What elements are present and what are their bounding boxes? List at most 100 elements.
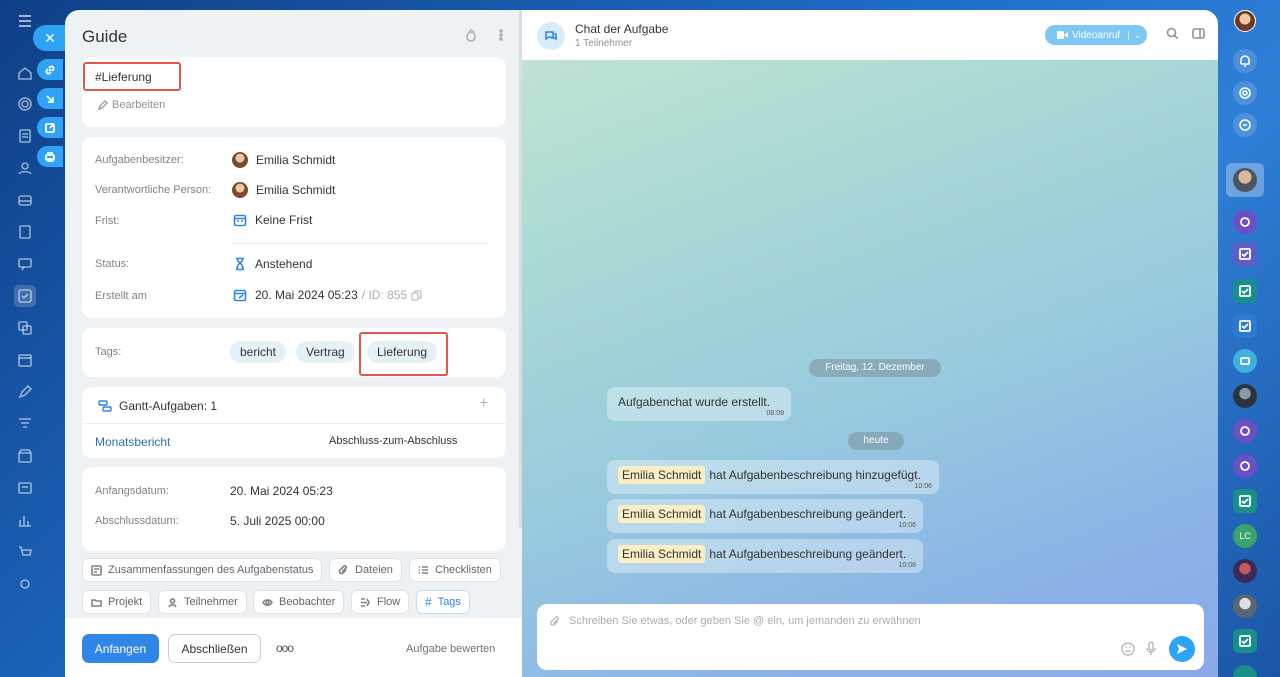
tag-bericht[interactable]: bericht — [230, 341, 287, 363]
search-icon[interactable] — [1166, 27, 1180, 41]
task-panel: Guide #Lieferung Bearbeiten Aufgabenbesi… — [65, 10, 522, 677]
recent-chat-1[interactable] — [1233, 210, 1257, 234]
send-button[interactable] — [1169, 636, 1195, 662]
video-call-button[interactable]: Videoanruf ⌄ — [1045, 25, 1147, 45]
recent-chat-9[interactable] — [1233, 629, 1257, 653]
document-icon[interactable] — [14, 125, 36, 147]
recent-chat-avatar[interactable] — [1233, 594, 1257, 618]
rate-task-link[interactable]: Aufgabe bewerten — [406, 643, 495, 655]
copy-icon[interactable] — [411, 290, 422, 301]
paperclip-icon[interactable] — [549, 616, 561, 628]
pencil-icon — [98, 100, 108, 110]
link-icon[interactable] — [37, 59, 63, 80]
settings-icon[interactable] — [14, 573, 36, 595]
edit-link[interactable]: Bearbeiten — [98, 99, 165, 111]
status-value: Anstehend — [233, 257, 312, 271]
folder-icon — [91, 598, 102, 607]
home-icon[interactable] — [14, 62, 36, 84]
chat-search-icon[interactable] — [1233, 113, 1257, 137]
recent-chat-10[interactable] — [1233, 665, 1257, 677]
bell-icon[interactable] — [1233, 49, 1257, 73]
user-name-badge[interactable]: Emilia Schmidt — [618, 466, 706, 484]
chevron-down-icon[interactable]: ⌄ — [1128, 30, 1141, 40]
add-gantt-button[interactable]: + — [479, 395, 488, 413]
divider — [232, 243, 489, 244]
user-name-badge[interactable]: Emilia Schmidt — [618, 505, 706, 523]
chip-checklists[interactable]: Checklisten — [409, 558, 501, 582]
cart-icon[interactable] — [14, 541, 36, 563]
file-icon[interactable] — [14, 221, 36, 243]
recent-chat-2[interactable] — [1233, 242, 1257, 266]
chat-header: Chat der Aufgabe 1 Teilnehmer Videoanruf… — [522, 10, 1218, 60]
calendar-edit-icon — [233, 288, 247, 302]
user-avatar[interactable] — [1234, 10, 1256, 32]
recent-chat-5[interactable] — [1233, 349, 1257, 373]
deadline-value[interactable]: Keine Frist — [233, 213, 312, 227]
sidebar-toggle-icon[interactable] — [1192, 27, 1206, 41]
start-date-value[interactable]: 20. Mai 2024 05:23 — [230, 484, 333, 498]
emoji-icon[interactable] — [1121, 642, 1135, 656]
gear-icon[interactable] — [14, 93, 36, 115]
chip-flow[interactable]: Flow — [351, 590, 410, 614]
recent-chat-avatar[interactable] — [1233, 384, 1257, 408]
print-icon[interactable] — [37, 146, 63, 167]
copy-icon[interactable] — [14, 317, 36, 339]
microphone-icon[interactable] — [1145, 641, 1157, 657]
hourglass-icon — [233, 257, 247, 271]
recent-chat-3[interactable] — [1233, 279, 1257, 303]
chip-project[interactable]: Projekt — [82, 590, 152, 614]
end-date-value[interactable]: 5. Juli 2025 00:00 — [230, 514, 325, 528]
recent-chat-initials[interactable]: LC — [1233, 524, 1257, 548]
spiral-icon[interactable] — [1233, 81, 1257, 105]
store-icon[interactable] — [14, 445, 36, 467]
more-vertical-icon[interactable] — [494, 28, 510, 44]
analytics-icon[interactable] — [14, 509, 36, 531]
inbox-icon[interactable] — [14, 189, 36, 211]
recent-chat-avatar[interactable] — [1233, 559, 1257, 583]
menu-icon[interactable] — [16, 12, 34, 30]
message-text: hat Aufgabenbeschreibung geändert. — [709, 547, 907, 561]
more-actions-button[interactable]: ooo — [276, 641, 294, 655]
message-time: 10:08 — [898, 562, 916, 569]
system-message: Emilia Schmidt hat Aufgabenbeschreibung g… — [607, 499, 923, 533]
start-button[interactable]: Anfangen — [82, 634, 159, 663]
checklist-icon — [419, 565, 428, 574]
recent-chat-8[interactable] — [1233, 489, 1257, 513]
chip-status-summaries[interactable]: Zusammenfassungen des Aufgabenstatus — [82, 558, 323, 582]
pen-icon[interactable] — [14, 381, 36, 403]
open-external-icon[interactable] — [37, 117, 63, 138]
recent-chat-4[interactable] — [1233, 314, 1257, 338]
owner-value[interactable]: Emilia Schmidt — [232, 152, 335, 168]
card-icon[interactable] — [14, 477, 36, 499]
chip-participants[interactable]: Teilnehmer — [158, 590, 247, 614]
tasks-icon[interactable] — [14, 285, 36, 307]
chat-title[interactable]: Chat der Aufgabe — [575, 22, 668, 36]
responsible-value[interactable]: Emilia Schmidt — [232, 182, 335, 198]
flame-icon[interactable] — [464, 28, 480, 44]
download-icon[interactable] — [37, 88, 63, 109]
active-chat-item[interactable] — [1226, 163, 1264, 197]
tag-vertrag[interactable]: Vertrag — [296, 341, 355, 363]
chip-observers[interactable]: Beobachter — [253, 590, 345, 614]
message-composer[interactable]: Schreiben Sie etwas, oder geben Sie @ ei… — [537, 604, 1204, 670]
right-sidebar: LC — [1218, 0, 1280, 677]
message-text: hat Aufgabenbeschreibung geändert. — [709, 507, 907, 521]
chat-subtitle[interactable]: 1 Teilnehmer — [575, 38, 632, 49]
chip-files[interactable]: Dateien — [329, 558, 402, 582]
left-sidebar: ✕ — [0, 0, 67, 677]
chip-label: Flow — [377, 596, 401, 608]
contacts-icon[interactable] — [14, 157, 36, 179]
complete-button[interactable]: Abschließen — [168, 634, 261, 663]
user-name-badge[interactable]: Emilia Schmidt — [618, 545, 706, 563]
composer-placeholder[interactable]: Schreiben Sie etwas, oder geben Sie @ ei… — [569, 615, 921, 627]
calendar-icon[interactable] — [14, 349, 36, 371]
recent-chat-7[interactable] — [1233, 454, 1257, 478]
chat-list-icon[interactable] — [14, 253, 36, 275]
filter-icon[interactable] — [14, 413, 36, 435]
highlight-box — [83, 62, 181, 91]
recent-chat-6[interactable] — [1233, 419, 1257, 443]
close-panel-button[interactable]: ✕ — [33, 25, 67, 51]
chip-label: Teilnehmer — [184, 596, 238, 608]
chip-tags[interactable]: # Tags — [416, 590, 470, 614]
gantt-task-link[interactable]: Monatsbericht — [95, 435, 170, 449]
